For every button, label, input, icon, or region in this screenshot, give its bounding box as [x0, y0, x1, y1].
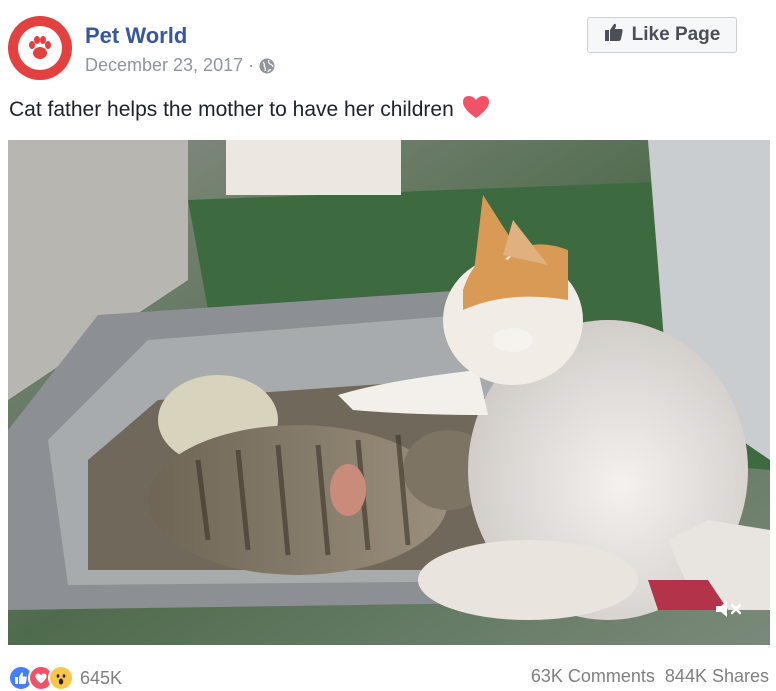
muted-speaker-icon: [714, 598, 744, 625]
thumbs-up-icon: [604, 22, 624, 48]
caption-text: Cat father helps the mother to have her …: [9, 98, 454, 121]
shares-count-link[interactable]: 844K Shares: [665, 666, 769, 687]
video-frame-image: [8, 140, 770, 645]
page-avatar[interactable]: [8, 16, 72, 80]
post-caption: Cat father helps the mother to have her …: [9, 95, 490, 125]
mute-toggle-button[interactable]: [709, 596, 749, 626]
engagement-stats: 63K Comments 844K Shares: [531, 666, 769, 687]
video-player[interactable]: [8, 140, 770, 645]
paw-icon: [18, 26, 62, 70]
globe-icon[interactable]: [259, 58, 275, 74]
comments-count-link[interactable]: 63K Comments: [531, 666, 655, 687]
facebook-post: Pet World December 23, 2017 · Like Page …: [0, 0, 776, 691]
meta-separator: ·: [248, 55, 255, 75]
post-meta: December 23, 2017 ·: [85, 55, 275, 76]
like-page-button[interactable]: Like Page: [587, 17, 737, 53]
wow-icon: [48, 665, 74, 691]
post-date[interactable]: December 23, 2017: [85, 55, 243, 76]
heart-emoji-icon: [462, 95, 490, 125]
page-name-link[interactable]: Pet World: [85, 23, 187, 49]
reaction-count: 645K: [80, 667, 123, 688]
like-page-label: Like Page: [631, 24, 721, 45]
reactions-summary[interactable]: 645K: [8, 665, 122, 691]
